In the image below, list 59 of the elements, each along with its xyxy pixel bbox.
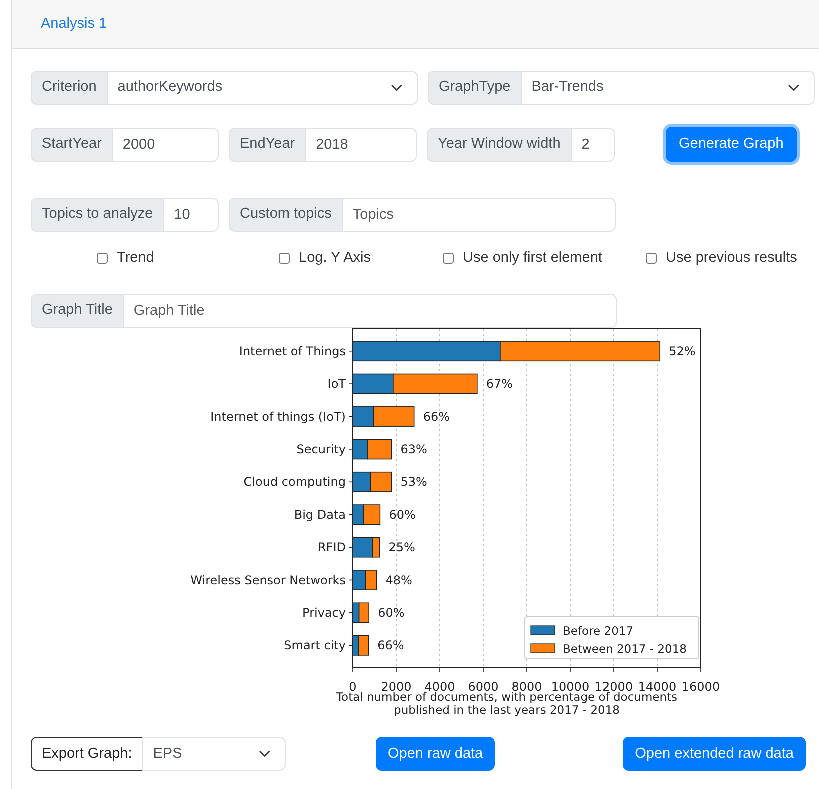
value-label: 52% [669, 344, 696, 358]
category-label: Cloud computing [244, 475, 346, 490]
value-label: 25% [388, 540, 416, 555]
checkbox[interactable] [279, 253, 290, 264]
value-label: 66% [378, 638, 404, 653]
input-field[interactable]: 2018 [305, 128, 417, 162]
raw-data-button[interactable]: Open extended raw data [623, 737, 806, 772]
input-field[interactable]: 10 [163, 198, 219, 232]
value-label: 60% [389, 508, 416, 522]
category-label: Internet of things (IoT) [210, 410, 346, 424]
field-label: Graph Title [31, 294, 124, 328]
tick-label: 6000 [468, 680, 499, 694]
legend-label: Before 2017 [563, 624, 634, 638]
raw-data-button[interactable]: Open raw data [376, 737, 496, 772]
checkbox-label: Trend [117, 249, 154, 268]
field-label: Export Graph: [31, 737, 144, 772]
value-label: 60% [378, 606, 405, 620]
generate-graph-button[interactable]: Generate Graph [666, 127, 797, 162]
field-label: Year Window width [427, 128, 572, 162]
dropdown[interactable]: EPS [142, 737, 286, 772]
value-label: 66% [423, 410, 450, 424]
category-label: IoT [328, 377, 346, 392]
field-label: Criterion [31, 71, 108, 105]
field-label: Custom topics [229, 198, 343, 232]
input-field[interactable]: Graph Title [122, 294, 617, 328]
category-label: Smart city [284, 638, 346, 653]
dropdown[interactable]: Bar-Trends [520, 71, 815, 105]
category-label: Big Data [294, 508, 346, 522]
input-field[interactable]: 2000 [112, 128, 219, 162]
checkbox-label: Use only first element [463, 249, 602, 268]
category-label: RFID [318, 540, 346, 555]
checkbox-label: Log. Y Axis [299, 249, 372, 268]
input-field[interactable]: 2 [570, 128, 615, 162]
axis-title: Total number of documents, with percentage of documents published in the last years 2017 - 2018 [335, 691, 679, 718]
tick-label: 10000 [551, 680, 590, 694]
dropdown[interactable]: authorKeywords [106, 71, 418, 105]
tick-label: 16000 [682, 680, 720, 694]
field-label: Topics to analyze [31, 198, 164, 232]
tick-label: 0 [349, 680, 357, 694]
category-label: Internet of Things [239, 344, 346, 358]
value-label: 48% [386, 573, 412, 588]
field-label: EndYear [229, 128, 306, 162]
field-label: StartYear [31, 128, 113, 162]
category-label: Privacy [302, 606, 346, 620]
value-label: 67% [486, 377, 514, 392]
category-label: Security [296, 442, 346, 456]
analysis-tab[interactable]: Analysis 1 [41, 16, 108, 32]
input-field[interactable]: Topics [342, 198, 616, 232]
checkbox-label: Use previous results [666, 249, 798, 268]
checkbox[interactable] [97, 253, 108, 264]
field-label: GraphType [428, 71, 522, 105]
checkbox[interactable] [646, 253, 657, 264]
legend-label: Between 2017 - 2018 [563, 642, 687, 656]
value-label: 53% [400, 475, 428, 490]
tick-label: 14000 [638, 680, 677, 694]
tick-label: 2000 [381, 680, 412, 694]
category-label: Wireless Sensor Networks [190, 573, 346, 588]
checkbox[interactable] [443, 253, 454, 264]
value-label: 63% [400, 442, 428, 456]
